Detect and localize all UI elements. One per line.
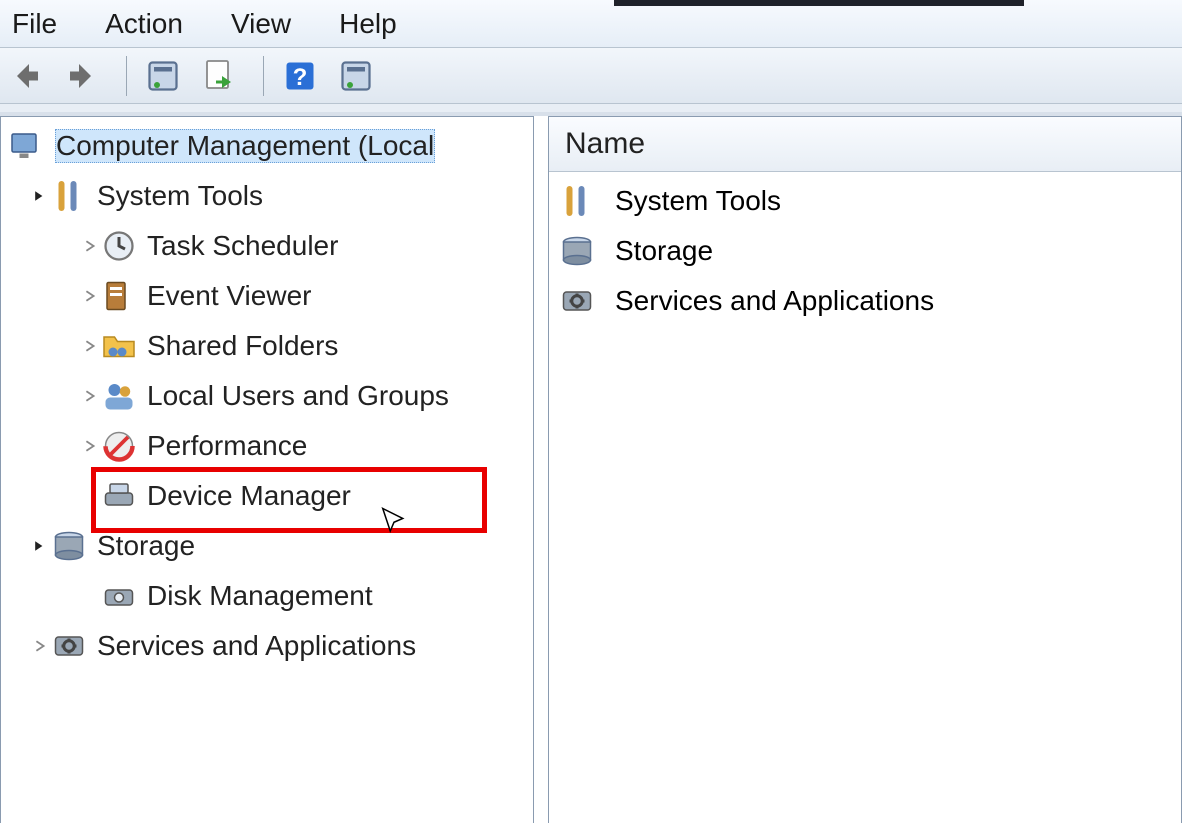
storage-icon <box>557 231 597 271</box>
menu-view[interactable]: View <box>231 8 291 40</box>
svg-text:?: ? <box>293 64 308 91</box>
refresh-icon <box>338 56 374 96</box>
tree-device-manager-label: Device Manager <box>147 480 351 512</box>
forward-icon <box>64 56 100 96</box>
help-icon: ? <box>282 56 318 96</box>
list-item-storage[interactable]: Storage <box>557 226 1173 276</box>
back-button[interactable] <box>8 54 52 98</box>
tree-system-tools[interactable]: System Tools <box>1 171 533 221</box>
tree-device-manager[interactable]: Device Manager <box>1 471 533 521</box>
tools-icon <box>557 181 597 221</box>
properties-icon <box>145 56 181 96</box>
tree-system-tools-label: System Tools <box>97 180 263 212</box>
tree-event-viewer-label: Event Viewer <box>147 280 311 312</box>
tree-root[interactable]: Computer Management (Local <box>1 121 533 171</box>
list-item-system-tools[interactable]: System Tools <box>557 176 1173 226</box>
list-item-label: Storage <box>615 235 713 267</box>
tree-root-label: Computer Management (Local <box>55 129 435 163</box>
computer-icon <box>7 126 47 166</box>
toolbar: ? <box>0 48 1182 104</box>
tree-shared-folders[interactable]: Shared Folders <box>1 321 533 371</box>
list-body: System Tools Storage Services and Applic… <box>549 172 1181 330</box>
tree-storage-label: Storage <box>97 530 195 562</box>
storage-icon <box>49 526 89 566</box>
list-item-label: System Tools <box>615 185 781 217</box>
tree-shared-folders-label: Shared Folders <box>147 330 338 362</box>
list-pane[interactable]: Name System Tools Storage Services and A… <box>548 116 1182 823</box>
services-icon <box>557 281 597 321</box>
list-item-services-apps[interactable]: Services and Applications <box>557 276 1173 326</box>
content-area: Computer Management (Local System Tools … <box>0 112 1182 823</box>
tree-local-users[interactable]: Local Users and Groups <box>1 371 533 421</box>
refresh-button[interactable] <box>338 54 382 98</box>
tools-icon <box>49 176 89 216</box>
menu-file[interactable]: File <box>12 8 57 40</box>
tree-event-viewer[interactable]: Event Viewer <box>1 271 533 321</box>
tree-task-scheduler-label: Task Scheduler <box>147 230 338 262</box>
services-icon <box>49 626 89 666</box>
expander-collapsed-icon[interactable] <box>31 537 49 555</box>
export-button[interactable] <box>201 54 245 98</box>
expander-icon[interactable] <box>81 287 99 305</box>
tree-performance[interactable]: Performance <box>1 421 533 471</box>
toolbar-separator <box>126 56 127 96</box>
tree-services-apps[interactable]: Services and Applications <box>1 621 533 671</box>
toolbar-separator <box>263 56 264 96</box>
expander-icon[interactable] <box>81 437 99 455</box>
disk-icon <box>99 576 139 616</box>
back-icon <box>8 56 44 96</box>
clock-icon <box>99 226 139 266</box>
help-button[interactable]: ? <box>282 54 326 98</box>
tree-services-apps-label: Services and Applications <box>97 630 416 662</box>
tree-local-users-label: Local Users and Groups <box>147 380 449 412</box>
tree-performance-label: Performance <box>147 430 307 462</box>
list-column-name[interactable]: Name <box>549 117 1181 172</box>
properties-button[interactable] <box>145 54 189 98</box>
menubar: File Action View Help <box>0 0 1182 48</box>
tree-pane[interactable]: Computer Management (Local System Tools … <box>0 116 534 823</box>
forward-button[interactable] <box>64 54 108 98</box>
window-top-strip <box>614 0 1024 6</box>
tree-disk-management-label: Disk Management <box>147 580 373 612</box>
expander-icon[interactable] <box>81 237 99 255</box>
menu-action[interactable]: Action <box>105 8 183 40</box>
users-icon <box>99 376 139 416</box>
expander-icon[interactable] <box>81 387 99 405</box>
tree-storage[interactable]: Storage <box>1 521 533 571</box>
performance-icon <box>99 426 139 466</box>
expander-icon[interactable] <box>31 637 49 655</box>
menu-help[interactable]: Help <box>339 8 397 40</box>
shared-folder-icon <box>99 326 139 366</box>
list-item-label: Services and Applications <box>615 285 934 317</box>
expander-collapsed-icon[interactable] <box>31 187 49 205</box>
export-icon <box>201 56 237 96</box>
tree-disk-management[interactable]: Disk Management <box>1 571 533 621</box>
tree-task-scheduler[interactable]: Task Scheduler <box>1 221 533 271</box>
expander-icon[interactable] <box>81 337 99 355</box>
event-viewer-icon <box>99 276 139 316</box>
device-manager-icon <box>99 476 139 516</box>
